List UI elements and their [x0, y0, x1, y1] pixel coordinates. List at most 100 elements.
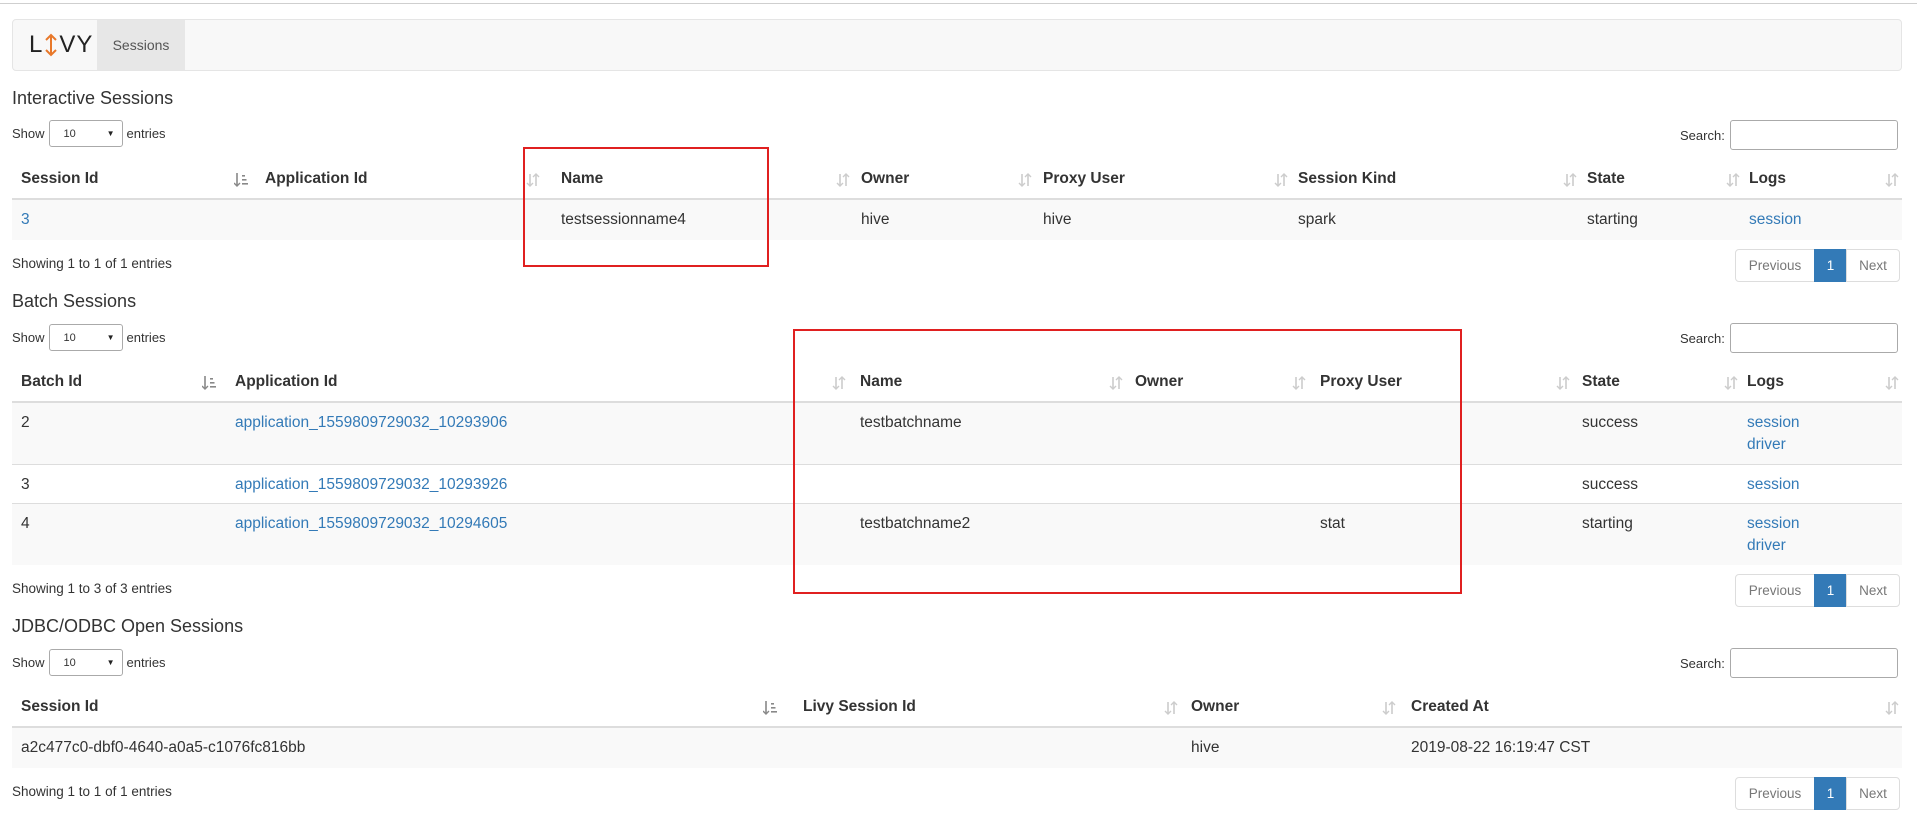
th-livy-session-id[interactable]: Livy Session Id — [794, 686, 1182, 728]
sort-icon — [1885, 701, 1899, 715]
sort-icon — [1726, 173, 1740, 187]
interactive-search: Search: — [1680, 120, 1898, 150]
up-down-arrow-icon — [45, 33, 58, 57]
sort-icon — [1018, 173, 1032, 187]
page-1-button[interactable]: 1 — [1814, 777, 1847, 810]
next-page-button[interactable]: Next — [1846, 777, 1900, 810]
th-label: State — [1587, 170, 1625, 187]
logs-cell: session — [1738, 474, 1800, 496]
sort-ascending-icon — [202, 376, 216, 390]
caret-down-icon: ▼ — [106, 129, 115, 138]
state-cell: starting — [1587, 211, 1638, 228]
table-row: a2c477c0-dbf0-4640-a0a5-c1076fc816bb hiv… — [12, 728, 1902, 768]
th-state[interactable]: State — [1578, 158, 1740, 200]
name-cell: testsessionname4 — [561, 211, 686, 228]
next-page-button[interactable]: Next — [1846, 574, 1900, 607]
batch-page-size-select[interactable]: 10 ▼ — [48, 324, 123, 351]
th-session-id[interactable]: Session Id — [12, 686, 794, 728]
th-label: Proxy User — [1320, 373, 1402, 390]
navbar: L VY Sessions — [12, 19, 1902, 71]
logo-text-right: VY — [59, 31, 94, 58]
interactive-sessions-title: Interactive Sessions — [12, 88, 174, 108]
table-row: 2 application_1559809729032_10293906 tes… — [12, 403, 1902, 465]
th-name[interactable]: Name — [552, 158, 850, 200]
caret-down-icon: ▼ — [106, 333, 115, 342]
logs-driver-link[interactable]: driver — [1747, 434, 1800, 456]
page-1-button[interactable]: 1 — [1814, 574, 1847, 607]
th-owner[interactable]: Owner — [1182, 686, 1402, 728]
application-id-link[interactable]: application_1559809729032_10293906 — [226, 412, 507, 434]
proxy-user-cell: stat — [1320, 515, 1345, 532]
previous-page-button[interactable]: Previous — [1735, 777, 1815, 810]
logs-session-link[interactable]: session — [1747, 474, 1800, 496]
owner-cell: hive — [1191, 739, 1220, 756]
name-cell: testbatchname2 — [860, 515, 971, 532]
batch-search-input[interactable] — [1729, 323, 1898, 353]
search-label: Search: — [1680, 330, 1725, 346]
page-size-value: 10 — [63, 331, 76, 344]
application-id-link[interactable]: application_1559809729032_10294605 — [226, 513, 507, 535]
th-session-id[interactable]: Session Id — [12, 158, 248, 200]
logs-driver-link[interactable]: driver — [1747, 535, 1800, 557]
th-proxy-user[interactable]: Proxy User — [1311, 361, 1573, 403]
logo-text-left: L — [29, 31, 44, 58]
batch-sessions-title: Batch Sessions — [12, 291, 137, 311]
th-session-kind[interactable]: Session Kind — [1289, 158, 1578, 200]
table-row: 3 application_1559809729032_10293926 suc… — [12, 465, 1902, 504]
jdbc-show-entries: Show 10 ▼ entries — [12, 649, 166, 676]
th-label: Application Id — [265, 170, 368, 187]
logs-session-link[interactable]: session — [1747, 412, 1800, 434]
th-label: Session Id — [21, 170, 99, 187]
jdbc-page-size-select[interactable]: 10 ▼ — [48, 649, 123, 676]
sort-icon — [1563, 173, 1577, 187]
nav-tab-sessions[interactable]: Sessions — [97, 20, 185, 70]
sort-ascending-icon — [234, 173, 248, 187]
logs-session-link[interactable]: session — [1747, 513, 1800, 535]
th-created-at[interactable]: Created At — [1402, 686, 1902, 728]
th-proxy-user[interactable]: Proxy User — [1034, 158, 1288, 200]
sort-ascending-icon — [763, 701, 777, 715]
jdbc-pagination: Previous 1 Next — [1735, 777, 1900, 810]
proxy-user-cell: hive — [1043, 211, 1072, 228]
th-label: Created At — [1411, 698, 1489, 715]
batch-table-info: Showing 1 to 3 of 3 entries — [12, 581, 172, 596]
th-state[interactable]: State — [1573, 361, 1738, 403]
th-application-id[interactable]: Application Id — [256, 158, 540, 200]
state-cell: success — [1582, 414, 1638, 431]
next-page-button[interactable]: Next — [1846, 249, 1900, 282]
th-batch-id[interactable]: Batch Id — [12, 361, 225, 403]
interactive-page-size-select[interactable]: 10 ▼ — [48, 120, 123, 147]
th-logs[interactable]: Logs — [1738, 361, 1902, 403]
th-owner[interactable]: Owner — [852, 158, 1034, 200]
th-label: State — [1582, 373, 1620, 390]
previous-page-button[interactable]: Previous — [1735, 249, 1815, 282]
table-header: Session Id Livy Session Id Owner Created… — [12, 686, 1902, 728]
sort-icon — [832, 376, 846, 390]
sort-icon — [1109, 376, 1123, 390]
sort-icon — [1274, 173, 1288, 187]
application-id-link[interactable]: application_1559809729032_10293926 — [226, 474, 507, 496]
table-row: 4 application_1559809729032_10294605 tes… — [12, 504, 1902, 565]
th-label: Owner — [861, 170, 910, 187]
jdbc-search-input[interactable] — [1729, 648, 1898, 678]
table-header: Session Id Application Id Name Owner Pro… — [12, 158, 1902, 200]
th-application-id[interactable]: Application Id — [226, 361, 846, 403]
page-size-value: 10 — [63, 656, 76, 669]
table-header: Batch Id Application Id Name Owner Proxy… — [12, 361, 1902, 403]
th-owner[interactable]: Owner — [1126, 361, 1312, 403]
show-label: Show — [12, 330, 45, 345]
th-label: Batch Id — [21, 373, 83, 390]
owner-cell: hive — [861, 211, 890, 228]
batch-search: Search: — [1680, 323, 1898, 353]
session-id-link[interactable]: 3 — [12, 209, 30, 231]
state-cell: starting — [1582, 515, 1633, 532]
previous-page-button[interactable]: Previous — [1735, 574, 1815, 607]
livy-logo[interactable]: L VY — [29, 31, 93, 59]
th-logs[interactable]: Logs — [1740, 158, 1902, 200]
jdbc-search: Search: — [1680, 648, 1898, 678]
th-name[interactable]: Name — [851, 361, 1126, 403]
interactive-search-input[interactable] — [1729, 120, 1898, 150]
batch-pagination: Previous 1 Next — [1735, 574, 1900, 607]
logs-session-link[interactable]: session — [1740, 209, 1802, 231]
page-1-button[interactable]: 1 — [1814, 249, 1847, 282]
